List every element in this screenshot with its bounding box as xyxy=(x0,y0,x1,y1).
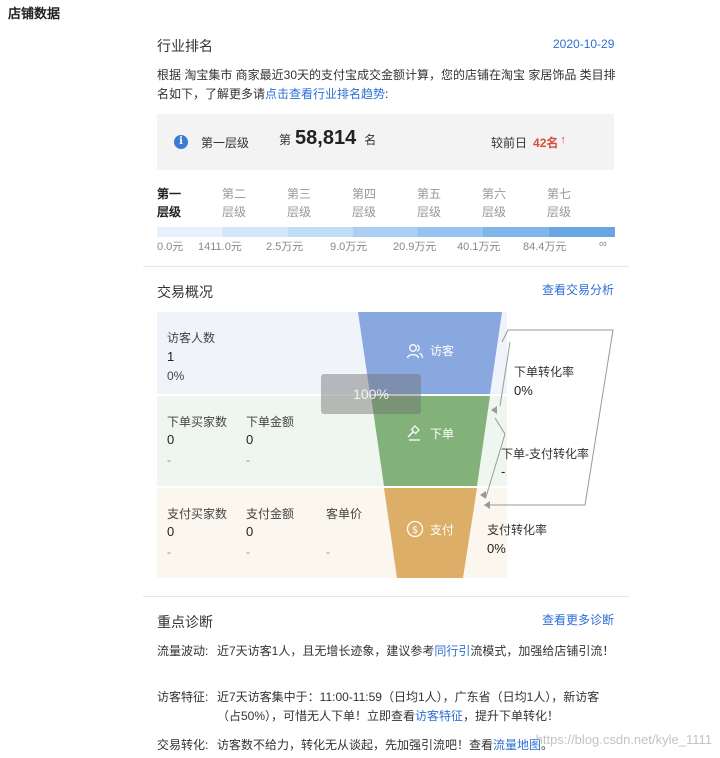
svg-text:$: $ xyxy=(412,525,418,536)
connector-arrow-pay xyxy=(484,501,490,509)
users-icon xyxy=(406,343,424,358)
more-diagnosis-link[interactable]: 查看更多诊断 xyxy=(542,611,614,628)
funnel-tooltip: 100% xyxy=(321,374,421,414)
order-connector-top xyxy=(499,341,511,407)
section-divider-2 xyxy=(143,596,629,597)
funnel-visit-text: 访客 xyxy=(430,344,455,358)
conv-pay-value: 0% xyxy=(487,541,506,556)
connector-arrow-order xyxy=(491,406,497,414)
funnel-order-text: 下单 xyxy=(430,426,455,441)
funnel-pay-label: $ 支付 xyxy=(406,520,454,538)
diagnosis-row: 流量波动: 近7天访客1人，且无增长迹象，建议参考同行引流模式，加强给店铺引流！ xyxy=(157,642,617,661)
conv-order-value: 0% xyxy=(514,383,533,398)
diagnosis-text: 近7天访客集中于：11:00-11:59（日均1人），广东省（日均1人），新访客… xyxy=(217,688,617,726)
gavel-icon xyxy=(407,425,420,441)
watermark: https://blog.csdn.net/kyle_1111 xyxy=(535,732,712,747)
funnel-order-label: 下单 xyxy=(406,424,454,442)
conv-pay-label: 支付转化率 xyxy=(487,523,548,537)
diagnosis-title: 重点诊断 xyxy=(157,614,213,630)
conv-order-label: 下单转化率 xyxy=(514,365,575,379)
diagnosis-pre: 近7天访客1人，且无增长迹象，建议参考 xyxy=(217,644,435,658)
diagnosis-link[interactable]: 同行引 xyxy=(434,644,470,658)
diagnosis-post: 流模式，加强给店铺引流！ xyxy=(470,644,615,658)
connector-arrow-order-pay xyxy=(480,491,486,499)
conv-order-pay-label: 下单-支付转化率 xyxy=(501,447,589,461)
coin-icon: $ xyxy=(406,520,424,538)
funnel-visit-label: 访客 xyxy=(406,342,454,359)
diagnosis-key: 流量波动: xyxy=(157,644,209,658)
diagnosis-pre: 访客数不给力，转化无从谈起，先加强引流吧！查看 xyxy=(217,738,494,752)
funnel-pay-text: 支付 xyxy=(430,522,455,537)
diagnosis-post: ，提升下单转化！ xyxy=(463,709,560,723)
diagnosis-key: 访客特征: xyxy=(157,690,209,704)
diagnosis-row: 访客特征: 近7天访客集中于：11:00-11:59（日均1人），广东省（日均1人… xyxy=(157,688,617,726)
conv-order-pay-value: - xyxy=(501,464,506,479)
diagnosis-key: 交易转化: xyxy=(157,738,209,752)
diagnosis-link[interactable]: 流量地图 xyxy=(493,738,541,752)
diagnosis-link[interactable]: 访客特征 xyxy=(415,709,463,723)
diagnosis-text: 近7天访客1人，且无增长迹象，建议参考同行引流模式，加强给店铺引流！ xyxy=(217,642,617,661)
